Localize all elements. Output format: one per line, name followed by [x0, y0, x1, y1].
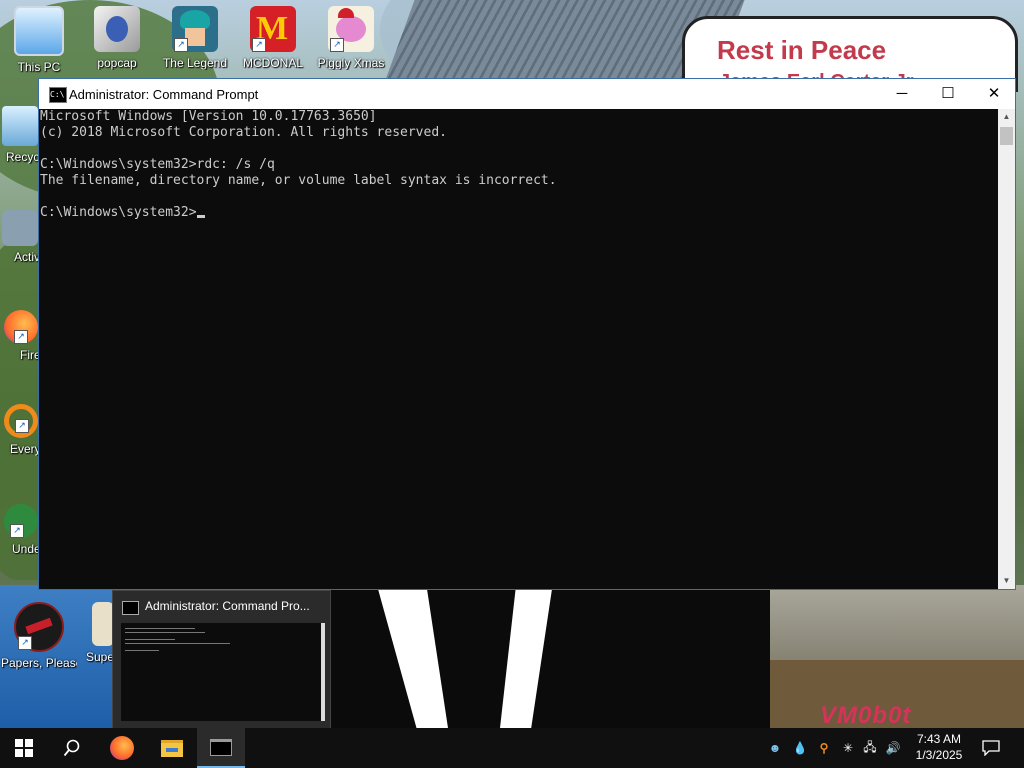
taskbar-clock[interactable]: 7:43 AM 1/3/2025	[906, 731, 972, 763]
preview-title: Administrator: Command Pro...	[145, 599, 310, 613]
snowflake-icon[interactable]: ✳	[838, 741, 858, 755]
desktop-icon-label: The Legend	[162, 56, 228, 70]
desktop-icon-activ[interactable]: Activ	[0, 210, 40, 264]
windows-logo-icon	[15, 739, 33, 757]
desktop-icon-label: MCDONAL	[242, 56, 303, 70]
console-prompt-line[interactable]: C:\Windows\system32>	[40, 205, 1000, 221]
wallpaper-watermark: VM0b0t	[820, 702, 912, 728]
firefox-icon: ↗	[4, 310, 38, 344]
desktop-icon-label: Every	[10, 442, 40, 456]
search-icon	[63, 739, 80, 757]
shortcut-arrow-icon: ↗	[15, 419, 29, 433]
command-prompt-icon	[210, 738, 232, 756]
preview-text-line	[125, 628, 195, 629]
preview-text-line	[125, 650, 159, 651]
window-titlebar[interactable]: C:\ Administrator: Command Prompt ─ ☐ ✕	[39, 79, 1015, 109]
console-prompt: C:\Windows\system32>	[40, 205, 197, 220]
taskbar-file-explorer-button[interactable]	[148, 728, 196, 768]
scrollbar-thumb[interactable]	[1000, 127, 1013, 145]
shortcut-arrow-icon: ↗	[330, 38, 344, 52]
desktop-icon-label: Unde	[12, 542, 40, 556]
pig-icon: ↗	[328, 6, 374, 52]
file-explorer-icon	[161, 739, 183, 757]
desktop-icon-label: popcap	[97, 56, 137, 70]
computer-icon	[14, 6, 64, 56]
people-icon[interactable]: ☻	[766, 741, 784, 755]
desktop-icon-undertale[interactable]: ↗ Unde	[0, 504, 40, 556]
desktop-icon-this-pc[interactable]: This PC	[1, 6, 77, 74]
desktop-icon-mcdonalds[interactable]: M ↗ MCDONAL	[235, 6, 311, 70]
search-tool-icon[interactable]: ⚲	[814, 741, 834, 755]
system-tray: ☻ 💧 ⚲ ✳ 🖧 🔊	[766, 728, 904, 768]
search-button[interactable]	[48, 728, 96, 768]
taskbar-firefox-button[interactable]	[98, 728, 146, 768]
desktop-icon-label: Super	[86, 650, 116, 664]
shortcut-arrow-icon: ↗	[18, 636, 32, 650]
notification-icon	[982, 740, 1000, 756]
desktop-icon-label: This PC	[17, 60, 61, 74]
console-line: (c) 2018 Microsoft Corporation. All righ…	[40, 125, 447, 140]
shortcut-arrow-icon: ↗	[174, 38, 188, 52]
desktop-icon-label: Piggly Xmas	[317, 56, 385, 70]
memorial-sign-title: Rest in Peace	[717, 35, 887, 65]
desktop-icon-label: Papers, Please	[1, 656, 77, 670]
desktop-icon-the-legend[interactable]: ↗ The Legend	[157, 6, 233, 70]
firefox-icon	[110, 736, 134, 760]
desktop-icon-popcap[interactable]: popcap	[79, 6, 155, 70]
water-drop-icon[interactable]: 💧	[788, 741, 812, 755]
console-line: Microsoft Windows [Version 10.0.17763.36…	[40, 109, 377, 124]
search-app-icon: ↗	[4, 404, 38, 438]
action-center-button[interactable]	[968, 728, 1014, 768]
preview-text-line	[125, 643, 230, 644]
mcdonalds-icon: M ↗	[250, 6, 296, 52]
desktop-icon-label: Activ	[14, 250, 40, 264]
close-button[interactable]: ✕	[971, 79, 1017, 109]
clock-time: 7:43 AM	[916, 732, 962, 746]
game-icon	[92, 602, 114, 646]
scroll-up-arrow-icon[interactable]: ▲	[998, 109, 1015, 125]
folder-icon	[94, 6, 140, 52]
taskbar-command-prompt-button[interactable]	[197, 728, 245, 768]
window-title: Administrator: Command Prompt	[69, 87, 259, 102]
game-icon: ↗	[172, 6, 218, 52]
console-output[interactable]: Microsoft Windows [Version 10.0.17763.36…	[39, 109, 1000, 589]
desktop-icon-everything[interactable]: ↗ Every	[0, 404, 40, 456]
taskbar: ☻ 💧 ⚲ ✳ 🖧 🔊 7:43 AM 1/3/2025	[0, 728, 1024, 768]
desktop-icon-recycle-bin[interactable]: Recyc	[0, 106, 38, 164]
console-line: The filename, directory name, or volume …	[40, 173, 557, 188]
minimize-button[interactable]: ─	[879, 79, 925, 109]
preview-text-line	[125, 639, 175, 640]
shortcut-arrow-icon: ↗	[252, 38, 266, 52]
desktop-icon-super[interactable]: Super	[82, 602, 116, 664]
preview-window-thumbnail[interactable]	[121, 623, 325, 721]
desktop-icon-piggly-xmas[interactable]: ↗ Piggly Xmas	[313, 6, 389, 70]
desktop-icon-label: Recyc	[6, 150, 38, 164]
vertical-scrollbar[interactable]: ▲ ▼	[998, 109, 1015, 589]
command-prompt-icon: C:\	[49, 87, 67, 103]
clock-date: 1/3/2025	[915, 748, 963, 762]
text-cursor	[196, 215, 205, 218]
desktop-icon-firefox[interactable]: ↗ Fire	[0, 310, 40, 362]
shortcut-arrow-icon: ↗	[10, 524, 24, 538]
console-line: C:\Windows\system32>rdc: /s /q	[40, 157, 275, 172]
network-icon[interactable]: 🖧	[860, 738, 880, 759]
start-button[interactable]	[0, 728, 48, 768]
preview-text-line	[125, 632, 205, 633]
app-icon	[2, 210, 38, 246]
taskbar-thumbnail-preview[interactable]: Administrator: Command Pro...	[112, 590, 331, 730]
maximize-button[interactable]: ☐	[925, 79, 971, 109]
command-prompt-window[interactable]: C:\ Administrator: Command Prompt ─ ☐ ✕ …	[38, 78, 1016, 590]
recycle-bin-icon	[2, 106, 38, 146]
desktop-icon-label: Fire	[20, 348, 40, 362]
game-icon: ↗	[4, 504, 38, 538]
papers-please-icon: ↗	[14, 602, 64, 652]
scroll-down-arrow-icon[interactable]: ▼	[998, 573, 1015, 589]
command-prompt-icon	[122, 601, 139, 615]
shortcut-arrow-icon: ↗	[14, 330, 28, 344]
volume-icon[interactable]: 🔊	[882, 741, 904, 755]
desktop-icon-papers-please[interactable]: ↗ Papers, Please	[1, 602, 77, 670]
